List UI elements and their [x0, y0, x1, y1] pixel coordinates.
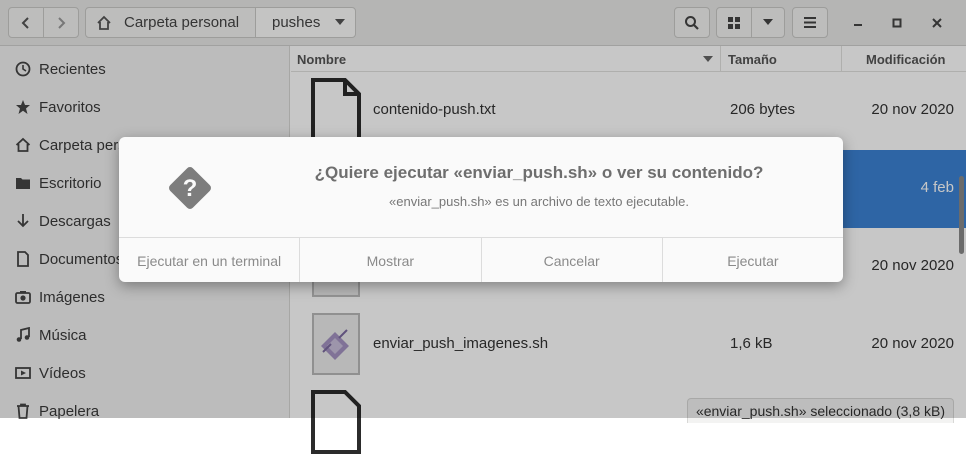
dialog-subtitle: «enviar_push.sh» es un archivo de texto … [389, 194, 689, 209]
dialog-actions: Ejecutar en un terminal Mostrar Cancelar… [119, 237, 843, 282]
run-button[interactable]: Ejecutar [663, 238, 843, 282]
question-icon: ? [169, 167, 211, 209]
cancel-button[interactable]: Cancelar [482, 238, 663, 282]
svg-text:?: ? [183, 175, 198, 202]
dialog-title: ¿Quiere ejecutar «enviar_push.sh» o ver … [314, 163, 764, 182]
run-in-terminal-button[interactable]: Ejecutar en un terminal [119, 238, 301, 282]
run-or-display-dialog: ? ¿Quiere ejecutar «enviar_push.sh» o ve… [119, 137, 843, 282]
display-button[interactable]: Mostrar [300, 238, 482, 282]
